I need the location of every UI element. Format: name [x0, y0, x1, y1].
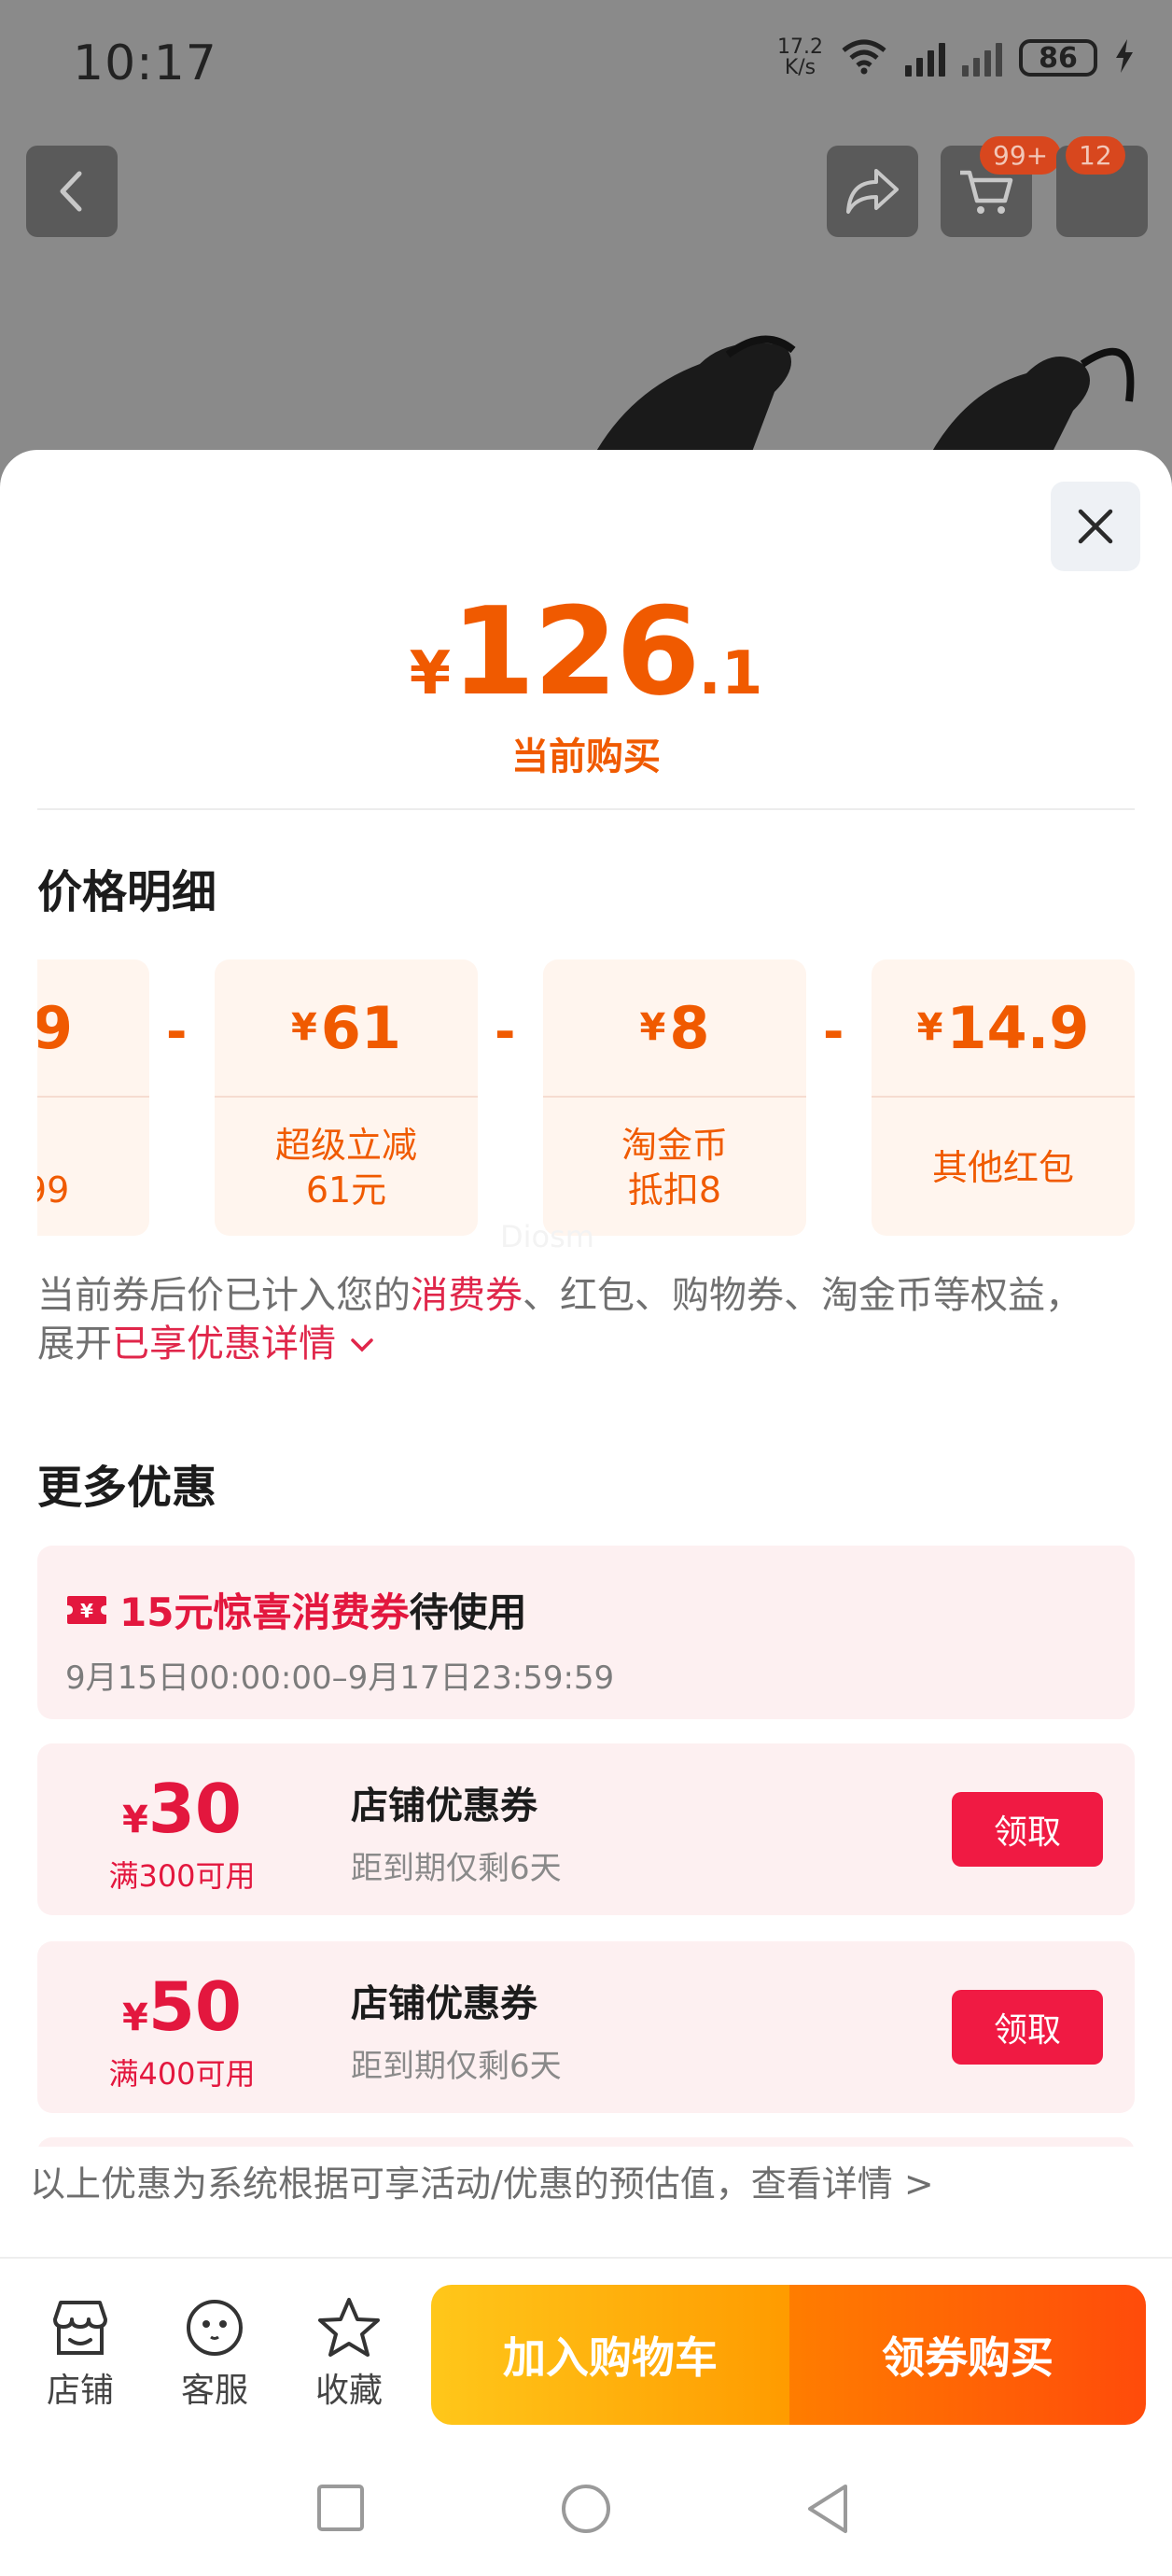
- service-label: 客服: [180, 2372, 248, 2410]
- discount-label: 其他红包: [931, 1147, 1074, 1188]
- star-icon: [318, 2298, 380, 2357]
- price-subtitle: 当前购买: [511, 735, 661, 778]
- square-icon: [317, 2485, 364, 2531]
- coupon-condition: 满400可用: [108, 2056, 256, 2092]
- discount-label: 淘金币 抵扣8: [621, 1125, 728, 1211]
- net-speed-value: 17.2: [777, 35, 823, 59]
- coupon-amount: ¥50 满400可用: [75, 1969, 289, 2093]
- price-breakdown-cards[interactable]: ¥99 券减399 - ¥61 超级立减61元 - ¥8 淘金币抵扣8 - ¥1…: [37, 959, 1135, 1239]
- surprise-coupon-title: ¥ 15元惊喜消费券 待使用: [65, 1581, 526, 1638]
- network-speed: 17.2 K/s: [777, 37, 823, 78]
- customer-service-button[interactable]: 客服: [159, 2292, 271, 2412]
- claim-and-buy-button[interactable]: 领券购买: [789, 2285, 1146, 2425]
- coupon-name: 店铺优惠券: [351, 1785, 537, 1827]
- recent-apps-button[interactable]: [315, 2483, 366, 2537]
- discount-value: ¥99: [37, 959, 149, 1098]
- shop-button[interactable]: 店铺: [24, 2292, 136, 2412]
- store-coupon: ¥30 满300可用 店铺优惠券 距到期仅剩6天 领取: [37, 1743, 1135, 1915]
- discount-label: 券减399: [37, 1169, 70, 1211]
- system-nav-bar: [0, 2440, 1172, 2576]
- store-coupon: ¥50 满400可用 店铺优惠券 距到期仅剩6天 领取: [37, 1941, 1135, 2113]
- estimate-disclaimer-link[interactable]: 以上优惠为系统根据可享活动/优惠的预估值，查看详情 >: [0, 2147, 1172, 2255]
- net-speed-unit: K/s: [784, 56, 816, 79]
- price-detail-sheet: ¥126.1 当前购买 价格明细 ¥99 券减399 - ¥61 超级立减61元…: [0, 450, 1172, 2576]
- coupon-expiry: 距到期仅剩6天: [351, 1850, 562, 1887]
- cart-badge: 99+: [980, 136, 1062, 175]
- home-button[interactable]: [560, 2483, 612, 2539]
- status-indicators: 17.2 K/s 86: [777, 37, 1135, 78]
- price-value: ¥126.1: [0, 581, 1172, 722]
- circle-icon: [562, 2485, 610, 2533]
- product-image: [588, 335, 1135, 467]
- price-detail-title: 价格明细: [37, 866, 217, 918]
- share-button[interactable]: [827, 146, 918, 237]
- signal-icon: [905, 39, 945, 77]
- price-note: 当前券后价已计入您的消费券、红包、购物券、淘金币等权益， 展开已享优惠详情: [37, 1274, 1082, 1365]
- discount-label: 超级立减 61元: [274, 1125, 417, 1211]
- favorite-button[interactable]: 收藏: [293, 2292, 405, 2412]
- more-offers-title: 更多优惠: [37, 1462, 217, 1514]
- battery-indicator: 86: [1019, 39, 1097, 77]
- current-price: ¥126.1 当前购买: [0, 581, 1172, 780]
- add-to-cart-button[interactable]: 加入购物车: [431, 2285, 789, 2425]
- discount-card: ¥61 超级立减 61元: [215, 959, 478, 1236]
- shop-label: 店铺: [46, 2372, 114, 2410]
- discount-value: ¥8: [543, 959, 806, 1098]
- cart-button[interactable]: 99+: [941, 136, 1062, 237]
- bottom-action-bar: 店铺 客服 收藏 加入购物车 领券购买: [0, 2257, 1172, 2434]
- message-button[interactable]: 12: [1056, 136, 1148, 237]
- consumer-coupon-link[interactable]: 消费券: [411, 1274, 523, 1317]
- close-icon: [1078, 509, 1113, 544]
- customer-service-icon: [187, 2300, 243, 2356]
- discount-details-toggle[interactable]: 已享优惠详情: [112, 1323, 376, 1365]
- back-nav-button[interactable]: [804, 2483, 851, 2539]
- divider: [37, 808, 1135, 810]
- back-button[interactable]: [26, 146, 118, 237]
- claim-coupon-button[interactable]: 领取: [952, 1792, 1103, 1867]
- discount-value: ¥61: [215, 959, 478, 1098]
- surprise-coupon-banner[interactable]: ¥ 15元惊喜消费券 待使用 9月15日00:00:00–9月17日23:59:5…: [37, 1546, 1135, 1719]
- favorite-label: 收藏: [314, 2372, 383, 2410]
- signal-icon-secondary: [962, 39, 1002, 77]
- discount-value: ¥14.9: [872, 959, 1135, 1098]
- status-bar: 10:17 17.2 K/s 86: [0, 0, 1172, 131]
- discount-card: ¥8 淘金币 抵扣8: [543, 959, 806, 1236]
- charging-icon: [1114, 37, 1135, 78]
- coupon-condition: 满300可用: [108, 1858, 256, 1894]
- share-icon: [846, 169, 899, 214]
- status-time: 10:17: [73, 35, 217, 91]
- svg-text:¥: ¥: [80, 1600, 93, 1622]
- coupon-amount: ¥30 满300可用: [75, 1771, 289, 1895]
- minus-operator: -: [823, 1002, 844, 1061]
- price-integer: 126: [451, 581, 700, 722]
- ticket-icon: ¥: [67, 1595, 106, 1624]
- minus-operator: -: [166, 1002, 188, 1061]
- discount-card: ¥14.9 其他红包: [872, 959, 1135, 1236]
- coupon-name: 店铺优惠券: [351, 1982, 537, 2025]
- product-nav-bar: 99+ 12: [0, 136, 1172, 239]
- wifi-icon: [840, 37, 888, 78]
- chevron-down-icon: [350, 1338, 373, 1352]
- claim-coupon-button[interactable]: 领取: [952, 1990, 1103, 2065]
- surprise-coupon-time: 9月15日00:00:00–9月17日23:59:59: [65, 1659, 615, 1697]
- price-currency: ¥: [409, 639, 452, 708]
- message-badge: 12: [1066, 136, 1125, 175]
- price-decimal: .1: [698, 639, 763, 708]
- close-button[interactable]: [1051, 482, 1140, 571]
- back-arrow-icon: [60, 171, 82, 212]
- triangle-back-icon: [808, 2485, 847, 2533]
- store-icon: [53, 2301, 107, 2355]
- watermark: Diosm: [500, 1219, 594, 1254]
- discount-card: ¥99 券减399: [37, 959, 149, 1236]
- coupon-expiry: 距到期仅剩6天: [351, 2048, 562, 2085]
- minus-operator: -: [495, 1002, 516, 1061]
